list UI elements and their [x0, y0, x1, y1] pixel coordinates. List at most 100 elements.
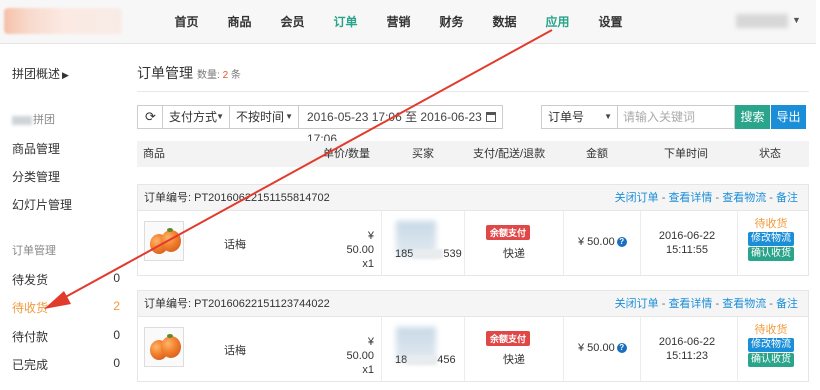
edit-logistics-button[interactable]: 修改物流 [748, 232, 794, 246]
count-badge: 0 [113, 328, 120, 342]
sidebar-item-completed[interactable]: 已完成 0 [12, 356, 124, 373]
unit-price: ¥ 50.00 x1 [346, 230, 374, 270]
sidebar-item-products[interactable]: 商品管理 [12, 140, 124, 157]
col-status: 状态 [759, 148, 781, 160]
main-nav: 首页 商品 会员 订单 营销 财务 数据 应用 设置 [160, 0, 637, 44]
payment-badge: 余额支付 [486, 225, 531, 240]
remark-link[interactable]: 备注 [776, 192, 798, 204]
sidebar-order-group-label: 订单管理 [12, 245, 56, 257]
divider [137, 91, 809, 92]
status-text: 待收货 [754, 218, 788, 230]
logo[interactable] [4, 8, 122, 34]
sidebar-item-categories[interactable]: 分类管理 [12, 168, 124, 185]
nav-data[interactable]: 数据 [478, 0, 531, 44]
order-status: 待收货 修改物流 确认收货 [748, 323, 794, 367]
calendar-icon[interactable] [486, 112, 496, 122]
order-count: 2 [222, 70, 229, 81]
nav-orders[interactable]: 订单 [319, 0, 372, 44]
order-card: 订单编号: PT20160622151123744022 关闭订单 - 查看详情… [137, 290, 809, 382]
top-navbar: 首页 商品 会员 订单 营销 财务 数据 应用 设置 ▼ [0, 0, 816, 44]
export-button[interactable]: 导出 [771, 105, 806, 129]
sidebar-item-slides[interactable]: 幻灯片管理 [12, 196, 124, 213]
delivery-method: 快递 [503, 248, 525, 260]
order-amount: ¥ 50.00? [578, 342, 627, 354]
sidebar-title-label: 拼团概述 [12, 67, 61, 81]
order-actions: 关闭订单 - 查看详情 - 查看物流 - 备注 [614, 298, 798, 310]
view-logistics-link[interactable]: 查看物流 [722, 298, 766, 310]
order-card: 订单编号: PT20160622151155814702 关闭订单 - 查看详情… [137, 184, 809, 276]
order-time: 2016-06-22 15:11:55 [658, 230, 716, 256]
order-status: 待收货 修改物流 确认收货 [748, 217, 794, 261]
count-badge: 0 [113, 271, 120, 285]
nav-members[interactable]: 会员 [266, 0, 319, 44]
order-number: 订单编号: PT20160622151155814702 [144, 192, 330, 204]
count-badge: 0 [113, 356, 120, 370]
order-row: 话梅 ¥ 50.00 x1 185 539 余额支付 快递 ¥ 50.00? 201… [138, 211, 808, 275]
col-product: 商品 [143, 148, 165, 160]
nav-settings[interactable]: 设置 [584, 0, 637, 44]
sidebar-item-pending-shipment[interactable]: 待发货 0 [12, 271, 124, 288]
sidebar: 拼团概述 ▶ 拼团 商品管理 分类管理 幻灯片管理 订单管理 待发货 0 待收货 2 … [0, 45, 128, 390]
confirm-receipt-button[interactable]: 确认收货 [748, 353, 794, 367]
search-input[interactable]: 请输入关键词 [617, 105, 735, 129]
nav-finance[interactable]: 财务 [425, 0, 478, 44]
col-pay-delivery-refund: 支付/配送/退款 [473, 148, 546, 160]
col-order-time: 下单时间 [664, 148, 708, 160]
help-icon[interactable]: ? [616, 343, 627, 354]
date-range-input[interactable]: 2016-05-23 17:06 至 2016-06-23 17:06 [298, 105, 503, 146]
sidebar-title[interactable]: 拼团概述 ▶ [12, 65, 69, 82]
nav-apps[interactable]: 应用 [531, 0, 584, 44]
caret-right-icon: ▶ [62, 70, 69, 80]
search-button[interactable]: 搜索 [735, 105, 770, 129]
order-actions: 关闭订单 - 查看详情 - 查看物流 - 备注 [614, 192, 798, 204]
sidebar-item-pending-payment[interactable]: 待付款 0 [12, 328, 124, 345]
count-badge: 2 [113, 299, 120, 313]
buyer-phone: 185 539 [395, 248, 462, 260]
view-details-link[interactable]: 查看详情 [668, 298, 712, 310]
close-order-link[interactable]: 关闭订单 [615, 298, 659, 310]
caret-down-icon: ▼ [285, 112, 293, 121]
remark-link[interactable]: 备注 [776, 298, 798, 310]
caret-down-icon: ▼ [216, 112, 224, 121]
view-logistics-link[interactable]: 查看物流 [722, 192, 766, 204]
table-header: 商品 单价/数量 买家 支付/配送/退款 金额 下单时间 状态 [137, 141, 809, 167]
blurred-text [12, 115, 32, 125]
time-filter-select[interactable]: 不按时间 ▼ [229, 105, 299, 129]
order-row: 话梅 ¥ 50.00 x1 18 456 余额支付 快递 ¥ 50.00? 2016… [138, 317, 808, 381]
sidebar-item-pending-receipt[interactable]: 待收货 2 [12, 299, 124, 316]
pay-method-select[interactable]: 支付方式 ▼ [162, 105, 230, 129]
close-order-link[interactable]: 关闭订单 [615, 192, 659, 204]
unit-price: ¥ 50.00 x1 [346, 336, 374, 376]
product-thumbnail[interactable] [144, 221, 184, 261]
search-field-select[interactable]: 订单号 ▼ [541, 105, 618, 129]
caret-down-icon[interactable]: ▼ [792, 15, 801, 25]
col-price-qty: 单价/数量 [323, 148, 371, 160]
sidebar-group-label: 拼团 [12, 111, 55, 127]
help-icon[interactable]: ? [616, 237, 627, 248]
order-header: 订单编号: PT20160622151155814702 关闭订单 - 查看详情… [138, 185, 808, 211]
col-buyer: 买家 [412, 148, 434, 160]
confirm-receipt-button[interactable]: 确认收货 [748, 247, 794, 261]
order-number: 订单编号: PT20160622151123744022 [144, 298, 330, 310]
order-header: 订单编号: PT20160622151123744022 关闭订单 - 查看详情… [138, 291, 808, 317]
delivery-method: 快递 [503, 354, 525, 366]
product-name[interactable]: 话梅 [224, 342, 246, 358]
payment-badge: 余额支付 [486, 331, 531, 346]
user-menu[interactable] [736, 14, 788, 28]
caret-down-icon: ▼ [604, 112, 612, 121]
edit-logistics-button[interactable]: 修改物流 [748, 338, 794, 352]
page-title: 订单管理 数量: 2 条 [137, 65, 241, 81]
product-thumbnail[interactable] [144, 327, 184, 367]
view-details-link[interactable]: 查看详情 [668, 192, 712, 204]
order-time: 2016-06-22 15:11:23 [658, 336, 716, 362]
nav-marketing[interactable]: 营销 [372, 0, 425, 44]
nav-products[interactable]: 商品 [213, 0, 266, 44]
nav-home[interactable]: 首页 [160, 0, 213, 44]
filter-bar: ⟳ 支付方式 ▼ 不按时间 ▼ 2016-05-23 17:06 至 2016-06… [137, 105, 809, 146]
col-amount: 金额 [586, 148, 608, 160]
refresh-icon[interactable]: ⟳ [137, 105, 163, 129]
order-amount: ¥ 50.00? [578, 236, 627, 248]
status-text: 待收货 [754, 324, 788, 336]
product-name[interactable]: 话梅 [224, 236, 246, 252]
buyer-phone: 18 456 [395, 354, 456, 366]
